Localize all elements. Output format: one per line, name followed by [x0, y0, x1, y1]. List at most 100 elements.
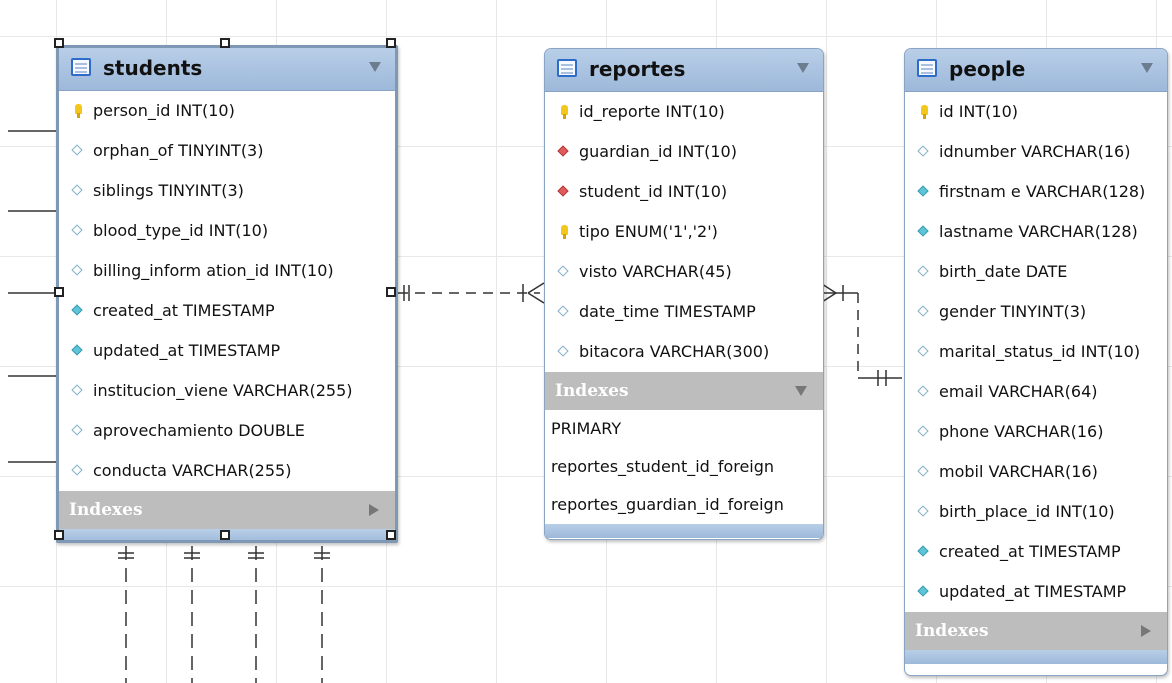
table-title: reportes — [589, 57, 686, 81]
column-row[interactable]: person_id INT(10) — [59, 91, 395, 131]
table-reportes[interactable]: reportes id_reporte INT(10) guardian_id I… — [544, 48, 824, 540]
table-title: students — [103, 56, 203, 80]
column-label: date_time TIMESTAMP — [579, 302, 756, 321]
column-label: updated_at TIMESTAMP — [93, 341, 281, 360]
resize-handle[interactable] — [54, 38, 64, 48]
column-row[interactable]: blood_type_id INT(10) — [59, 211, 395, 251]
resize-handle[interactable] — [54, 530, 64, 540]
column-row[interactable]: created_at TIMESTAMP — [59, 291, 395, 331]
table-header[interactable]: reportes — [545, 49, 823, 92]
expand-arrow-icon[interactable] — [1141, 625, 1151, 637]
column-label: email VARCHAR(64) — [939, 382, 1098, 401]
column-row[interactable]: id INT(10) — [905, 92, 1167, 132]
column-row[interactable]: student_id INT(10) — [545, 172, 823, 212]
column-row[interactable]: billing_inform ation_id INT(10) — [59, 251, 395, 291]
nullable-column-icon — [71, 384, 83, 396]
table-footer — [905, 650, 1167, 664]
collapse-arrow-icon[interactable] — [1141, 63, 1153, 73]
column-row[interactable]: marital_status_id INT(10) — [905, 332, 1167, 372]
table-header[interactable]: students — [59, 48, 395, 91]
nullable-column-icon — [917, 465, 929, 477]
nullable-column-icon — [557, 305, 569, 317]
column-row[interactable]: orphan_of TINYINT(3) — [59, 131, 395, 171]
nullable-column-icon — [71, 224, 83, 236]
column-row[interactable]: birth_place_id INT(10) — [905, 492, 1167, 532]
column-row[interactable]: conducta VARCHAR(255) — [59, 451, 395, 491]
column-icon — [917, 545, 929, 557]
column-row[interactable]: birth_date DATE — [905, 252, 1167, 292]
column-row[interactable]: updated_at TIMESTAMP — [59, 331, 395, 371]
nullable-column-icon — [71, 424, 83, 436]
column-row[interactable]: bitacora VARCHAR(300) — [545, 332, 823, 372]
collapse-arrow-icon[interactable] — [795, 386, 807, 396]
nullable-column-icon — [71, 264, 83, 276]
collapse-arrow-icon[interactable] — [797, 63, 809, 73]
column-row[interactable]: tipo ENUM('1','2') — [545, 212, 823, 252]
expand-arrow-icon[interactable] — [369, 504, 379, 516]
column-label: gender TINYINT(3) — [939, 302, 1087, 321]
column-row[interactable]: idnumber VARCHAR(16) — [905, 132, 1167, 172]
table-icon — [71, 58, 91, 76]
resize-handle[interactable] — [220, 530, 230, 540]
indexes-section-header[interactable]: Indexes — [545, 372, 823, 410]
column-row[interactable]: id_reporte INT(10) — [545, 92, 823, 132]
column-row[interactable]: firstnam e VARCHAR(128) — [905, 172, 1167, 212]
nullable-column-icon — [917, 505, 929, 517]
column-row[interactable]: visto VARCHAR(45) — [545, 252, 823, 292]
column-label: person_id INT(10) — [93, 101, 235, 120]
nullable-column-icon — [917, 265, 929, 277]
column-row[interactable]: phone VARCHAR(16) — [905, 412, 1167, 452]
primary-key-icon — [561, 105, 568, 119]
column-row[interactable]: siblings TINYINT(3) — [59, 171, 395, 211]
column-row[interactable]: aprovechamiento DOUBLE — [59, 411, 395, 451]
nullable-column-icon — [71, 464, 83, 476]
table-people[interactable]: people id INT(10) idnumber VARCHAR(16) fir… — [904, 48, 1168, 676]
column-row[interactable]: updated_at TIMESTAMP — [905, 572, 1167, 612]
nullable-column-icon — [71, 184, 83, 196]
column-row[interactable]: institucion_viene VARCHAR(255) — [59, 371, 395, 411]
column-label: blood_type_id INT(10) — [93, 221, 269, 240]
column-label: visto VARCHAR(45) — [579, 262, 732, 281]
table-students[interactable]: students person_id INT(10) orphan_of TINY… — [56, 45, 398, 543]
index-row[interactable]: reportes_student_id_foreign — [545, 448, 823, 486]
primary-key-icon — [561, 225, 568, 239]
column-row[interactable]: email VARCHAR(64) — [905, 372, 1167, 412]
column-label: aprovechamiento DOUBLE — [93, 421, 305, 440]
column-icon — [917, 185, 929, 197]
column-label: guardian_id INT(10) — [579, 142, 737, 161]
column-row[interactable]: guardian_id INT(10) — [545, 132, 823, 172]
indexes-section-header[interactable]: Indexes — [905, 612, 1167, 650]
resize-handle[interactable] — [220, 38, 230, 48]
column-row[interactable]: gender TINYINT(3) — [905, 292, 1167, 332]
table-footer — [545, 524, 823, 538]
column-label: billing_inform ation_id INT(10) — [93, 261, 334, 280]
indexes-label: Indexes — [555, 381, 629, 401]
column-label: created_at TIMESTAMP — [939, 542, 1121, 561]
collapse-arrow-icon[interactable] — [369, 62, 381, 72]
index-row[interactable]: PRIMARY — [545, 410, 823, 448]
column-label: orphan_of TINYINT(3) — [93, 141, 264, 160]
nullable-column-icon — [917, 425, 929, 437]
resize-handle[interactable] — [386, 530, 396, 540]
resize-handle[interactable] — [54, 287, 64, 297]
nullable-column-icon — [557, 265, 569, 277]
foreign-key-icon — [557, 145, 569, 157]
column-row[interactable]: date_time TIMESTAMP — [545, 292, 823, 332]
column-icon — [71, 344, 83, 356]
nullable-column-icon — [917, 345, 929, 357]
resize-handle[interactable] — [386, 38, 396, 48]
index-row[interactable]: reportes_guardian_id_foreign — [545, 486, 823, 524]
column-row[interactable]: mobil VARCHAR(16) — [905, 452, 1167, 492]
column-label: mobil VARCHAR(16) — [939, 462, 1098, 481]
table-header[interactable]: people — [905, 49, 1167, 92]
foreign-key-icon — [557, 185, 569, 197]
nullable-column-icon — [557, 345, 569, 357]
primary-key-icon — [921, 105, 928, 119]
column-row[interactable]: created_at TIMESTAMP — [905, 532, 1167, 572]
column-row[interactable]: lastname VARCHAR(128) — [905, 212, 1167, 252]
column-label: phone VARCHAR(16) — [939, 422, 1104, 441]
resize-handle[interactable] — [386, 287, 396, 297]
column-label: siblings TINYINT(3) — [93, 181, 244, 200]
indexes-section-header[interactable]: Indexes — [59, 491, 395, 529]
column-label: marital_status_id INT(10) — [939, 342, 1141, 361]
